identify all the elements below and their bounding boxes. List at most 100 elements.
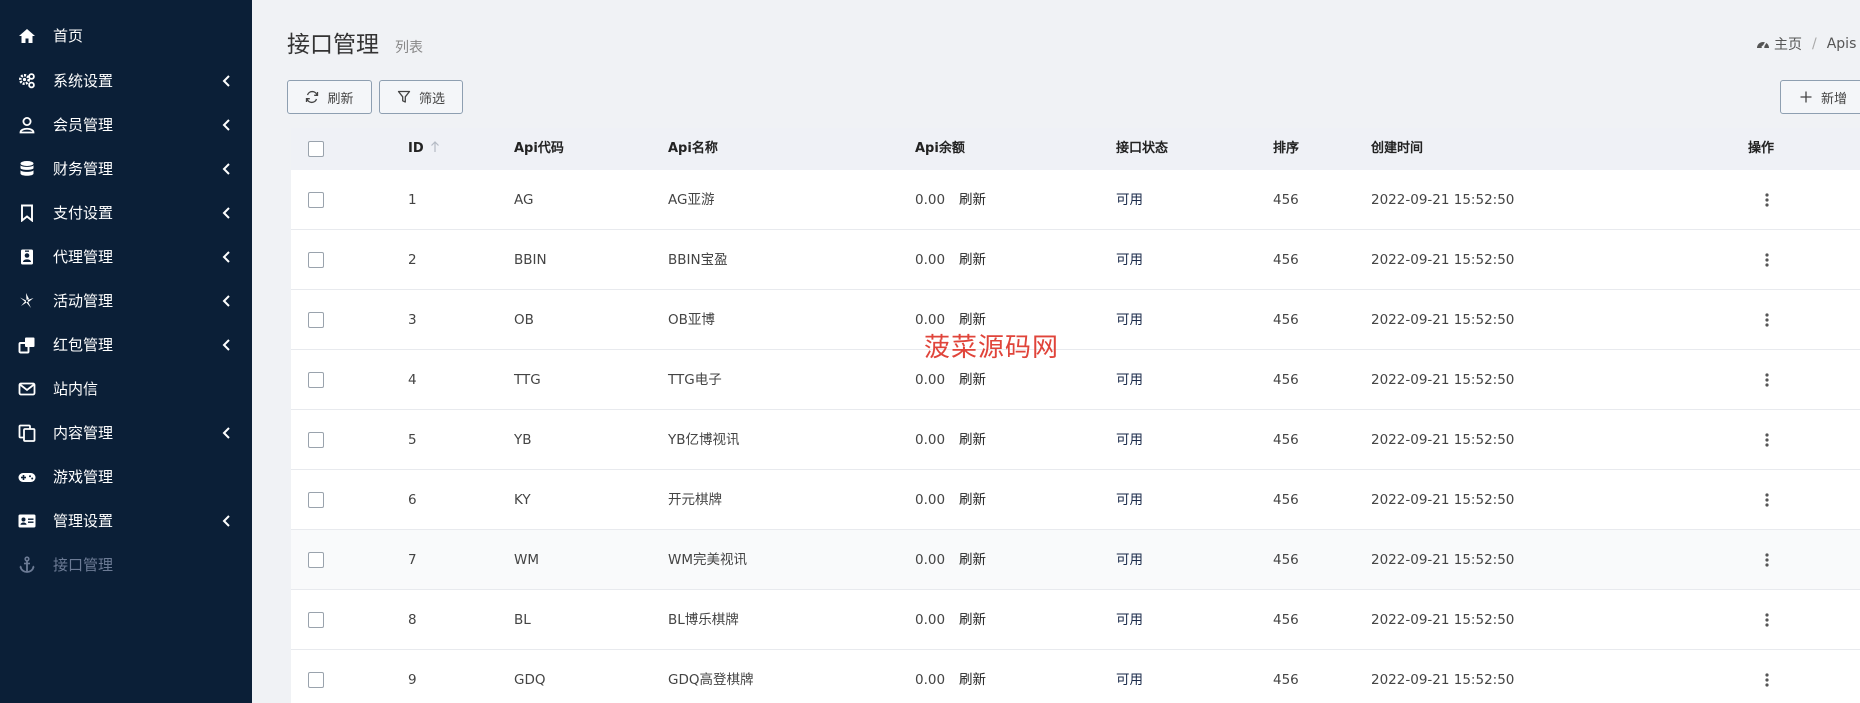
cell-api-code: WM xyxy=(514,552,539,568)
cell-api-name: AG亚游 xyxy=(668,192,715,208)
row-checkbox[interactable] xyxy=(308,612,324,628)
cell-api-code: GDQ xyxy=(514,672,546,688)
cell-sort: 456 xyxy=(1273,192,1299,208)
more-vertical-icon[interactable] xyxy=(1762,310,1772,330)
pinwheel-icon xyxy=(18,292,36,310)
add-button[interactable]: 新增 xyxy=(1780,80,1860,114)
cell-created-time: 2022-09-21 15:52:50 xyxy=(1371,552,1515,568)
row-checkbox[interactable] xyxy=(308,672,324,688)
dashboard-icon xyxy=(1756,37,1770,51)
select-all-checkbox[interactable] xyxy=(308,141,324,157)
gamepad-icon xyxy=(18,468,36,486)
chevron-left-icon xyxy=(220,206,234,220)
refresh-icon xyxy=(305,90,319,104)
sidebar-item-finance-management[interactable]: 财务管理 xyxy=(0,147,252,191)
sidebar-item-payment-settings[interactable]: 支付设置 xyxy=(0,191,252,235)
cell-created-time: 2022-09-21 15:52:50 xyxy=(1371,192,1515,208)
row-checkbox[interactable] xyxy=(308,252,324,268)
cell-api-name: YB亿博视讯 xyxy=(668,432,740,448)
more-vertical-icon[interactable] xyxy=(1762,610,1772,630)
cell-status: 可用 xyxy=(1116,672,1143,688)
cell-api-name: OB亚博 xyxy=(668,312,715,328)
column-header-api-code: Api代码 xyxy=(514,141,564,156)
sidebar-item-home[interactable]: 首页 xyxy=(0,14,252,58)
more-vertical-icon[interactable] xyxy=(1762,550,1772,570)
breadcrumb-home-link[interactable]: 主页 xyxy=(1774,34,1802,54)
cell-id: 2 xyxy=(408,252,417,268)
refresh-button[interactable]: 刷新 xyxy=(287,80,372,114)
refresh-balance-link[interactable]: 刷新 xyxy=(959,431,986,449)
database-icon xyxy=(18,160,36,178)
sidebar-item-member-management[interactable]: 会员管理 xyxy=(0,103,252,147)
sidebar-item-label: 财务管理 xyxy=(53,160,114,178)
table-row: 9 GDQ GDQ高登棋牌 0.00 刷新 可用 456 2022-09-21 … xyxy=(291,650,1860,703)
refresh-balance-link[interactable]: 刷新 xyxy=(959,371,986,389)
more-vertical-icon[interactable] xyxy=(1762,190,1772,210)
plus-icon xyxy=(1799,90,1813,104)
cell-created-time: 2022-09-21 15:52:50 xyxy=(1371,432,1515,448)
sidebar-item-admin-settings[interactable]: 管理设置 xyxy=(0,499,252,543)
table-row: 3 OB OB亚博 0.00 刷新 可用 456 2022-09-21 15:5… xyxy=(291,290,1860,350)
more-vertical-icon[interactable] xyxy=(1762,670,1772,690)
row-checkbox[interactable] xyxy=(308,312,324,328)
more-vertical-icon[interactable] xyxy=(1762,370,1772,390)
sidebar-item-label: 红包管理 xyxy=(53,336,114,354)
cell-status: 可用 xyxy=(1116,492,1143,508)
page-subtitle: 列表 xyxy=(395,40,423,56)
refresh-balance-link[interactable]: 刷新 xyxy=(959,671,986,689)
refresh-balance-link[interactable]: 刷新 xyxy=(959,551,986,569)
sidebar-item-content-management[interactable]: 内容管理 xyxy=(0,411,252,455)
cell-api-balance: 0.00 xyxy=(915,612,946,628)
bookmark-icon xyxy=(18,204,36,222)
row-checkbox[interactable] xyxy=(308,552,324,568)
sidebar-item-api-management[interactable]: 接口管理 xyxy=(0,543,252,587)
column-header-id[interactable]: ID xyxy=(408,140,440,158)
row-checkbox[interactable] xyxy=(308,192,324,208)
sidebar-item-game-management[interactable]: 游戏管理 xyxy=(0,455,252,499)
cell-api-code: KY xyxy=(514,492,531,508)
filter-button[interactable]: 筛选 xyxy=(379,80,463,114)
watermark-text: 菠菜源码网 xyxy=(924,333,1060,363)
table-header: ID Api代码 Api名称 Api余额 接口状态 排序 创建时间 操作 xyxy=(291,128,1860,170)
column-header-api-name: Api名称 xyxy=(668,141,718,156)
chevron-left-icon xyxy=(220,118,234,132)
sidebar-item-site-messages[interactable]: 站内信 xyxy=(0,367,252,411)
sidebar-item-red-envelope-management[interactable]: 红包管理 xyxy=(0,323,252,367)
row-checkbox[interactable] xyxy=(308,372,324,388)
more-vertical-icon[interactable] xyxy=(1762,430,1772,450)
row-checkbox[interactable] xyxy=(308,492,324,508)
sidebar-item-label: 活动管理 xyxy=(53,292,114,310)
row-checkbox[interactable] xyxy=(308,432,324,448)
sidebar-item-system-settings[interactable]: 系统设置 xyxy=(0,59,252,103)
filter-button-label: 筛选 xyxy=(418,91,445,107)
more-vertical-icon[interactable] xyxy=(1762,250,1772,270)
sidebar-item-label: 首页 xyxy=(53,27,84,45)
add-button-label: 新增 xyxy=(1821,91,1848,107)
sidebar-item-label: 代理管理 xyxy=(53,248,114,266)
table-row: 4 TTG TTG电子 0.00 刷新 可用 456 2022-09-21 15… xyxy=(291,350,1860,410)
refresh-balance-link[interactable]: 刷新 xyxy=(959,491,986,509)
refresh-balance-link[interactable]: 刷新 xyxy=(959,611,986,629)
clone-icon xyxy=(18,336,36,354)
more-vertical-icon[interactable] xyxy=(1762,490,1772,510)
home-icon xyxy=(18,27,36,45)
anchor-icon xyxy=(18,556,36,574)
envelope-icon xyxy=(18,380,36,398)
sidebar-item-label: 接口管理 xyxy=(53,556,114,574)
chevron-left-icon xyxy=(220,338,234,352)
refresh-button-label: 刷新 xyxy=(327,91,354,107)
cogs-icon xyxy=(18,72,36,90)
sidebar-item-label: 站内信 xyxy=(53,380,99,398)
sidebar-item-activity-management[interactable]: 活动管理 xyxy=(0,279,252,323)
breadcrumb-separator: / xyxy=(1812,36,1817,52)
cell-api-name: BL博乐棋牌 xyxy=(668,612,739,628)
page-title: 接口管理 xyxy=(287,32,379,58)
refresh-balance-link[interactable]: 刷新 xyxy=(959,251,986,269)
refresh-balance-link[interactable]: 刷新 xyxy=(959,191,986,209)
sidebar-item-label: 系统设置 xyxy=(53,72,114,90)
cell-sort: 456 xyxy=(1273,312,1299,328)
chevron-left-icon xyxy=(220,162,234,176)
sidebar-item-agent-management[interactable]: 代理管理 xyxy=(0,235,252,279)
cell-api-balance: 0.00 xyxy=(915,552,946,568)
cell-created-time: 2022-09-21 15:52:50 xyxy=(1371,492,1515,508)
